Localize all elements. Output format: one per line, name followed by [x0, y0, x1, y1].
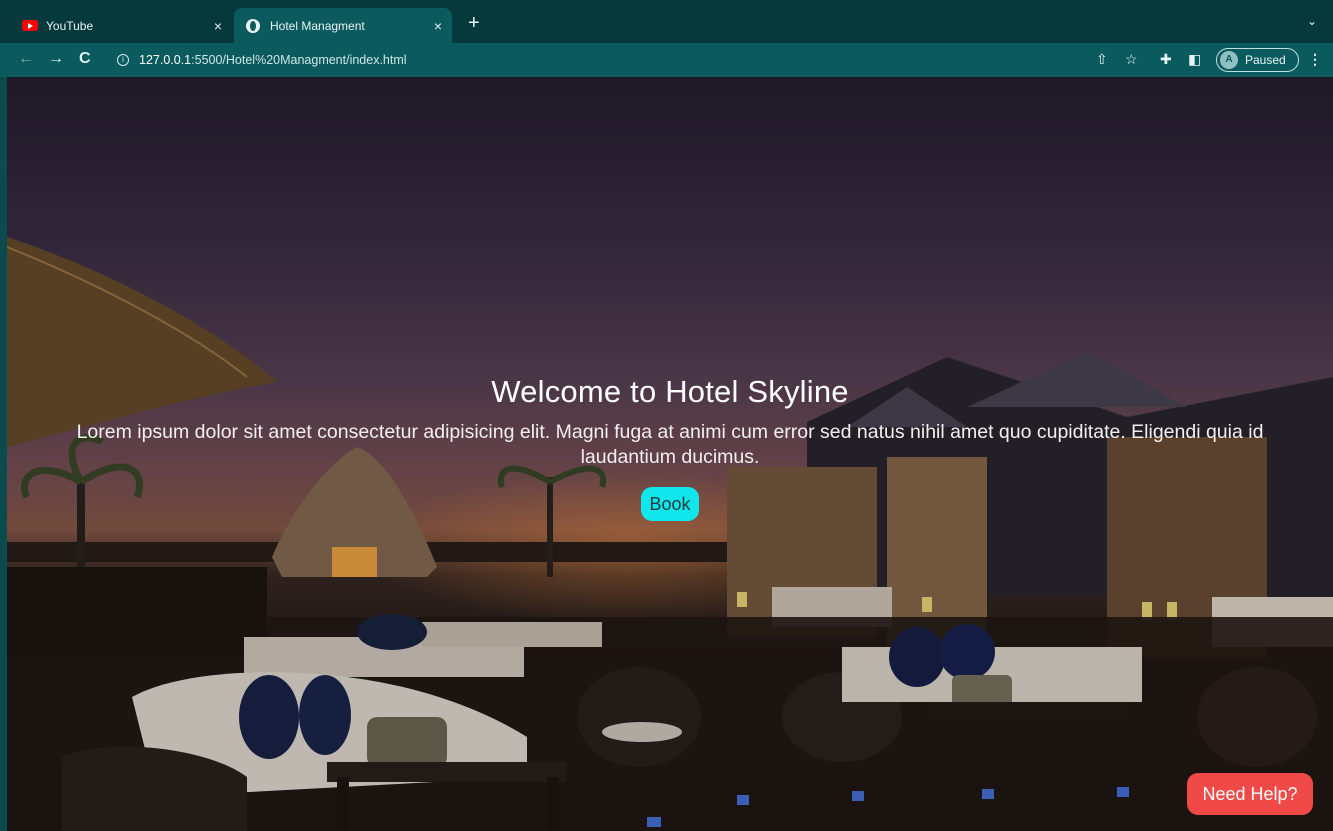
extensions-icon[interactable]: ✚ — [1160, 51, 1172, 68]
back-button[interactable]: ← — [18, 50, 34, 68]
star-icon[interactable]: ☆ — [1125, 51, 1138, 68]
book-button[interactable]: Book — [641, 487, 699, 521]
tab-search-icon[interactable]: ⌄ — [1307, 14, 1317, 28]
hero-content: Welcome to Hotel Skyline Lorem ipsum dol… — [7, 374, 1333, 521]
side-panel-icon[interactable]: ◧ — [1188, 51, 1201, 68]
share-icon[interactable]: ⇧ — [1096, 51, 1108, 68]
globe-icon — [246, 18, 260, 33]
hero-section: Welcome to Hotel Skyline Lorem ipsum dol… — [7, 77, 1333, 831]
reload-button[interactable]: C — [79, 50, 91, 68]
hero-description: Lorem ipsum dolor sit amet consectetur a… — [76, 421, 1264, 468]
address-bar[interactable]: i 127.0.0.1 :5500/Hotel%20Managment/inde… — [105, 47, 1205, 73]
avatar: A — [1220, 51, 1238, 69]
tab-youtube[interactable]: YouTube × — [10, 8, 232, 43]
new-tab-button[interactable]: + — [468, 12, 480, 35]
tab-hotel-managment[interactable]: Hotel Managment × — [234, 8, 452, 43]
browser-tab-strip: YouTube × Hotel Managment × + ⌄ — [0, 0, 1333, 43]
tab-label: Hotel Managment — [270, 18, 365, 33]
info-icon[interactable]: i — [117, 54, 129, 66]
browser-toolbar: ← → C i 127.0.0.1 :5500/Hotel%20Managmen… — [0, 43, 1333, 77]
menu-icon[interactable]: ⋮ — [1308, 51, 1322, 68]
forward-button[interactable]: → — [48, 50, 64, 68]
url-host: 127.0.0.1 — [139, 53, 192, 67]
close-icon[interactable]: × — [214, 18, 222, 34]
profile-button[interactable]: A Paused — [1216, 48, 1299, 72]
tab-label: YouTube — [46, 18, 94, 33]
profile-status: Paused — [1245, 53, 1286, 67]
need-help-button[interactable]: Need Help? — [1187, 773, 1313, 815]
hero-title: Welcome to Hotel Skyline — [491, 374, 849, 409]
close-icon[interactable]: × — [434, 18, 442, 34]
url-path: :5500/Hotel%20Managment/index.html — [191, 53, 407, 67]
youtube-icon — [22, 20, 38, 31]
